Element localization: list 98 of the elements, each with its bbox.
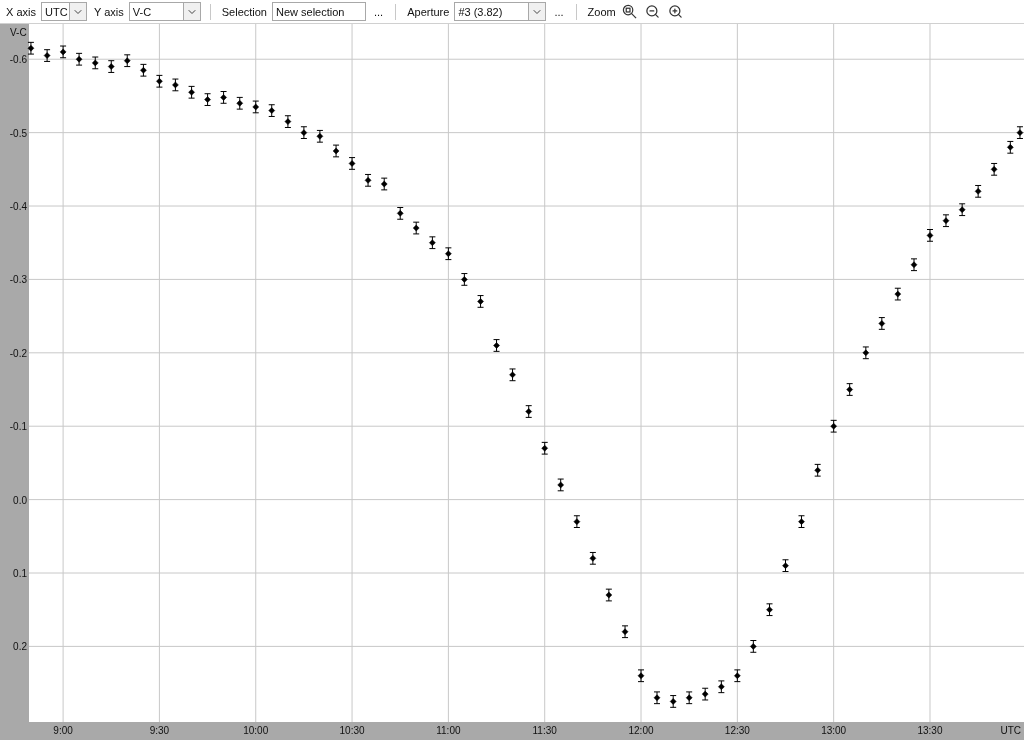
data-point — [139, 63, 147, 77]
data-point — [814, 463, 822, 477]
y-axis-dropdown[interactable]: V-C — [128, 2, 201, 21]
data-point — [509, 368, 517, 382]
y-tick-label: 0.0 — [13, 494, 27, 506]
x-tick-label: 11:00 — [436, 725, 461, 736]
data-point — [428, 236, 436, 250]
x-axis-label: UTC — [1000, 725, 1021, 736]
y-tick-label: -0.4 — [9, 201, 27, 212]
y-tick-label: -0.5 — [9, 127, 27, 139]
x-tick-label: 12:30 — [724, 725, 750, 736]
data-point — [541, 441, 549, 455]
data-point — [958, 203, 966, 217]
x-tick-label: 13:30 — [917, 725, 943, 736]
data-point — [782, 559, 789, 573]
data-point — [268, 104, 276, 117]
y-tick-label: 0.1 — [13, 568, 27, 579]
data-point — [749, 640, 757, 653]
data-point — [59, 45, 67, 59]
data-point — [990, 162, 998, 176]
data-point — [155, 74, 163, 88]
data-point — [348, 157, 356, 170]
zoom-out-icon[interactable] — [643, 2, 662, 21]
x-tick-label: 9:00 — [53, 725, 73, 736]
data-point — [701, 687, 709, 701]
x-axis-dropdown[interactable]: UTC — [40, 2, 87, 21]
zoom-fit-icon[interactable] — [620, 2, 639, 21]
data-point — [236, 96, 244, 110]
y-tick-label: -0.6 — [9, 54, 27, 66]
data-point — [926, 229, 934, 242]
data-point — [846, 383, 854, 396]
x-tick-label: 11:30 — [532, 725, 557, 736]
data-point — [123, 54, 131, 68]
data-point — [525, 405, 533, 418]
data-point — [573, 515, 581, 528]
data-point — [477, 295, 485, 308]
data-point — [364, 173, 372, 187]
selection-label: Selection — [221, 5, 267, 18]
data-point — [316, 129, 324, 143]
data-point — [27, 41, 35, 55]
x-axis-label: X axis — [6, 5, 36, 18]
data-point — [300, 126, 308, 139]
data-point — [1016, 126, 1024, 139]
data-point — [910, 258, 918, 272]
data-point — [380, 177, 388, 191]
data-point — [685, 691, 693, 705]
aperture-label: Aperture — [407, 5, 450, 18]
data-point — [91, 56, 99, 70]
data-point — [460, 273, 468, 286]
data-point — [188, 85, 196, 99]
zoom-in-icon[interactable] — [666, 2, 685, 21]
data-point — [75, 52, 83, 66]
data-point — [798, 515, 805, 528]
data-point — [733, 669, 741, 683]
x-tick-label: 13:00 — [821, 725, 847, 736]
y-tick-label: 0.2 — [13, 641, 27, 653]
data-point — [493, 339, 501, 352]
data-point — [43, 49, 51, 62]
data-point — [284, 115, 292, 128]
y-axis-label: Y axis — [93, 5, 124, 18]
selection-more-button[interactable]: ... — [371, 5, 387, 18]
data-point — [396, 207, 404, 220]
data-point — [204, 93, 212, 106]
data-point — [862, 346, 870, 360]
data-point — [942, 214, 950, 228]
data-point — [589, 551, 597, 565]
data-point — [444, 247, 452, 261]
data-point — [621, 625, 629, 639]
data-point — [637, 669, 645, 683]
x-tick-label: 10:30 — [339, 725, 365, 736]
data-point — [830, 419, 838, 433]
y-axis-label: V-C — [10, 27, 27, 38]
x-tick-label: 10:00 — [243, 725, 269, 736]
data-point — [766, 603, 773, 617]
data-point — [669, 695, 677, 708]
data-point — [220, 91, 228, 104]
data-point — [1006, 140, 1014, 154]
data-point — [878, 317, 886, 330]
data-point — [974, 184, 982, 198]
data-point — [332, 144, 340, 158]
data-point — [717, 680, 725, 694]
aperture-dropdown[interactable]: #3 (3.82) — [454, 2, 547, 21]
data-point — [605, 588, 613, 602]
y-tick-label: -0.1 — [9, 421, 27, 433]
zoom-label: Zoom — [587, 5, 616, 18]
data-point — [557, 478, 565, 492]
data-point — [252, 100, 260, 114]
y-tick-label: -0.2 — [9, 347, 27, 359]
y-tick-label: -0.3 — [9, 274, 27, 286]
data-point — [107, 60, 115, 73]
data-point — [894, 287, 902, 301]
data-point — [653, 691, 661, 705]
x-tick-label: 12:00 — [628, 725, 654, 736]
x-tick-label: 9:30 — [149, 725, 170, 736]
data-point — [171, 78, 179, 92]
aperture-more-button[interactable]: ... — [551, 5, 567, 18]
selection-field[interactable]: New selection — [272, 2, 366, 21]
data-point — [412, 221, 420, 235]
